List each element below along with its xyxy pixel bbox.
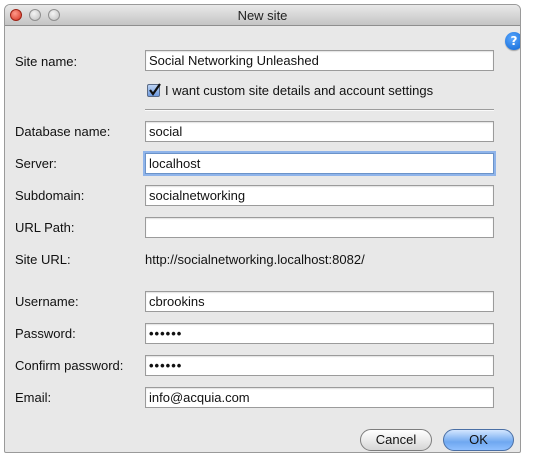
custom-settings-checkbox[interactable] <box>147 83 161 97</box>
database-name-label: Database name: <box>15 124 111 139</box>
database-name-field[interactable]: social <box>145 121 494 142</box>
site-url-value: http://socialnetworking.localhost:8082/ <box>145 252 365 267</box>
confirm-password-label: Confirm password: <box>15 358 124 373</box>
password-field[interactable]: •••••• <box>145 323 494 344</box>
custom-settings-label[interactable]: I want custom site details and account s… <box>165 83 433 98</box>
confirm-password-field[interactable]: •••••• <box>145 355 494 376</box>
window-title: New site <box>237 8 288 23</box>
checkmark-icon <box>149 83 161 96</box>
cancel-button[interactable]: Cancel <box>360 429 432 451</box>
help-icon[interactable]: ? <box>505 32 520 50</box>
server-field[interactable]: localhost <box>145 153 494 174</box>
url-path-field[interactable] <box>145 217 494 238</box>
site-name-label: Site name: <box>15 54 78 69</box>
site-name-field[interactable]: Social Networking Unleashed <box>145 50 494 71</box>
subdomain-label: Subdomain: <box>15 188 85 203</box>
url-path-label: URL Path: <box>15 220 75 235</box>
ok-button[interactable]: OK <box>443 429 514 451</box>
email-field[interactable]: info@acquia.com <box>145 387 494 408</box>
subdomain-field[interactable]: socialnetworking <box>145 185 494 206</box>
separator <box>145 109 494 111</box>
server-label: Server: <box>15 156 57 171</box>
password-label: Password: <box>15 326 76 341</box>
username-field[interactable]: cbrookins <box>145 291 494 312</box>
title-bar[interactable]: New site <box>5 5 520 26</box>
site-url-label: Site URL: <box>15 252 71 267</box>
username-label: Username: <box>15 294 79 309</box>
new-site-dialog: New site ? Site name: Social Networking … <box>4 4 521 453</box>
email-label: Email: <box>15 390 52 405</box>
